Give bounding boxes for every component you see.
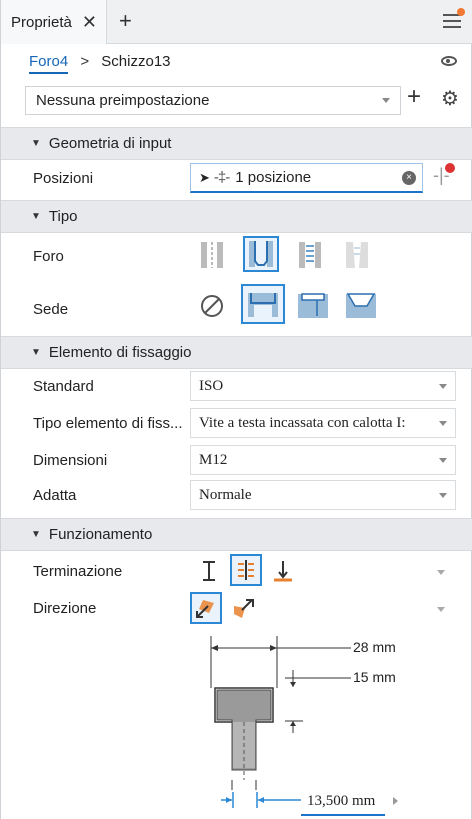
chevron-right-icon[interactable] [393,797,398,805]
breadcrumb: Foro4 > Schizzo13 [29,53,171,74]
counterbore-hole-diagram [210,636,351,790]
chevron-down-icon [439,493,447,498]
section-title: Tipo [48,208,78,225]
fit-label: Adatta [33,487,77,504]
properties-panel: Proprietà ✕ + Foro4 > Schizzo13 Nessuna … [0,0,472,819]
select-cursor-icon: ➤ [199,169,210,185]
preset-value: Nessuna preimpostazione [36,92,210,109]
spotface-icon[interactable] [293,286,333,324]
section-behavior[interactable]: ▼ Funzionamento [1,518,472,551]
seat-label: Sede [33,301,69,318]
collapse-triangle-icon: ▼ [31,138,41,149]
collapse-triangle-icon: ▼ [31,529,41,540]
standard-value: ISO [199,377,224,394]
breadcrumb-separator: > [80,53,90,70]
remove-badge-icon [445,163,455,173]
clearance-hole-icon[interactable] [243,236,279,272]
add-preset-button[interactable]: + [407,83,421,111]
simple-hole-icon[interactable] [194,237,230,273]
standard-dropdown[interactable]: ISO [190,371,456,401]
counterbore-icon[interactable] [241,284,285,324]
chevron-down-icon[interactable] [437,607,445,612]
no-seat-icon[interactable] [194,288,230,324]
positions-value: 1 posizione [235,169,312,186]
fit-dropdown[interactable]: Normale [190,480,456,510]
through-all-termination-icon[interactable] [230,554,262,586]
add-tab-button[interactable]: + [119,9,132,33]
section-title: Funzionamento [48,526,153,543]
chevron-down-icon [439,458,447,463]
chevron-down-icon [382,98,390,103]
collapse-triangle-icon: ▼ [31,347,41,358]
counterbore-depth-value: 15 mm [353,669,396,685]
notification-dot [457,8,465,16]
chevron-down-icon [439,384,447,389]
section-title: Geometria di input [48,135,172,152]
hole-label: Foro [33,248,64,265]
to-face-termination-icon[interactable] [269,556,297,586]
standard-label: Standard [33,378,94,395]
tab-bar: Proprietà ✕ + [1,0,472,44]
size-value: M12 [199,451,228,468]
menu-icon[interactable] [443,8,465,30]
hole-diameter-dimension [221,792,301,808]
positions-label: Posizioni [33,170,94,187]
crosshair-icon: -‡- [213,169,230,186]
size-dropdown[interactable]: M12 [190,445,456,475]
direction-label: Direzione [33,600,97,617]
section-input-geometry[interactable]: ▼ Geometria di input [1,127,472,160]
fastener-type-value: Vite a testa incassata con calotta I: [199,414,406,431]
tab-properties[interactable]: Proprietà ✕ [1,0,107,44]
distance-termination-icon[interactable] [195,556,223,586]
counterbore-diameter-value: 28 mm [353,639,396,655]
positions-selector[interactable]: ➤ -‡- 1 posizione × [190,163,423,193]
clear-icon[interactable]: × [402,171,416,185]
preset-dropdown[interactable]: Nessuna preimpostazione [25,86,401,115]
fastener-type-label: Tipo elemento di fiss... [33,415,183,432]
section-type[interactable]: ▼ Tipo [1,200,472,233]
fastener-type-dropdown[interactable]: Vite a testa incassata con calotta I: [190,408,456,438]
visibility-eye-icon[interactable] [441,56,457,66]
countersink-icon[interactable] [341,286,381,324]
breadcrumb-feature-link[interactable]: Foro4 [29,53,69,74]
gear-icon[interactable]: ⚙ [441,86,459,111]
default-direction-icon[interactable] [190,592,222,624]
tab-title: Proprietà [11,13,72,31]
fit-value: Normale [199,486,252,503]
chevron-down-icon [439,421,447,426]
hole-diameter-input[interactable]: 13,500 mm [301,788,385,816]
tapped-hole-icon[interactable] [292,237,328,273]
section-fastener[interactable]: ▼ Elemento di fissaggio [1,336,472,369]
hole-diameter-value: 13,500 mm [307,792,376,809]
collapse-triangle-icon: ▼ [31,211,41,222]
taper-tapped-hole-icon[interactable] [339,237,375,273]
flip-direction-icon[interactable] [229,594,259,624]
section-title: Elemento di fissaggio [48,344,192,361]
size-label: Dimensioni [33,452,108,469]
chevron-down-icon[interactable] [437,570,445,575]
close-icon[interactable]: ✕ [82,12,97,33]
termination-label: Terminazione [33,563,123,580]
breadcrumb-sketch[interactable]: Schizzo13 [101,53,170,70]
